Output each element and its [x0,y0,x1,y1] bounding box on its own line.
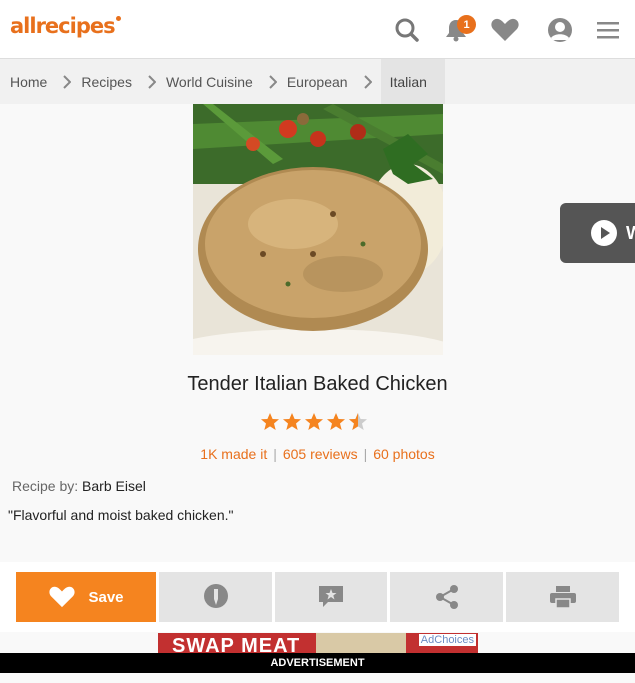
ad-image [316,633,406,653]
allrecipes-logo[interactable]: allrecipes [10,14,121,38]
breadcrumb-recipes[interactable]: Recipes [81,59,166,104]
star-full-icon [305,413,323,430]
action-bar: Save [0,562,635,632]
chevron-right-icon [148,74,156,89]
review-button[interactable] [275,572,387,622]
save-button[interactable]: Save [16,572,156,622]
print-icon [549,586,576,609]
top-bar: allrecipes 1 [0,0,635,59]
play-icon [591,220,617,246]
recipe-photo[interactable] [193,104,443,355]
rating-stars[interactable] [260,412,368,432]
menu-icon[interactable] [594,16,622,44]
breadcrumb: Home Recipes World Cuisine European Ital… [0,59,635,104]
advertisement-label: ADVERTISEMENT [0,653,635,673]
chevron-right-icon [269,74,277,89]
star-full-icon [261,413,279,430]
search-icon[interactable] [393,16,421,44]
recipe-title: Tender Italian Baked Chicken [187,373,448,395]
share-icon [435,585,458,609]
advertisement-banner[interactable]: SWAP MEAT AdChoices [158,633,478,653]
save-label: Save [88,588,124,606]
review-icon [319,586,343,607]
made-it-link[interactable]: 1K made it [200,446,267,462]
reviews-link[interactable]: 605 reviews [283,446,358,462]
photos-link[interactable]: 60 photos [373,446,435,462]
recipe-by-label: Recipe by: [12,478,79,494]
author-name[interactable]: Barb Eisel [82,478,146,494]
share-button[interactable] [390,572,503,622]
star-full-icon [283,413,301,430]
notification-badge: 1 [457,15,476,34]
print-button[interactable] [506,572,619,622]
breadcrumb-home[interactable]: Home [0,59,81,104]
chevron-right-icon [63,74,72,89]
favorites-heart-icon[interactable] [489,16,521,44]
recipe-stats: 1K made it | 605 reviews | 60 photos [200,446,435,462]
recipe-description: "Flavorful and moist baked chicken." [8,507,234,523]
user-avatar-icon[interactable] [546,16,574,44]
chevron-right-icon [363,74,372,89]
made-it-icon [203,584,228,608]
breadcrumb-italian[interactable]: Italian [380,59,445,104]
ad-banner-text: SWAP MEAT [172,635,301,653]
made-it-button[interactable] [159,572,272,622]
breadcrumb-european[interactable]: European [287,59,372,104]
heart-icon [49,586,76,608]
watch-video-button[interactable]: W [560,203,635,263]
breadcrumb-world-cuisine[interactable]: World Cuisine [166,59,287,104]
star-half-icon [349,413,367,430]
watch-video-label: W [626,222,635,243]
recipe-byline: Recipe by: Barb Eisel [12,478,146,494]
star-full-icon [327,413,345,430]
adchoices-link[interactable]: AdChoices [418,634,476,646]
